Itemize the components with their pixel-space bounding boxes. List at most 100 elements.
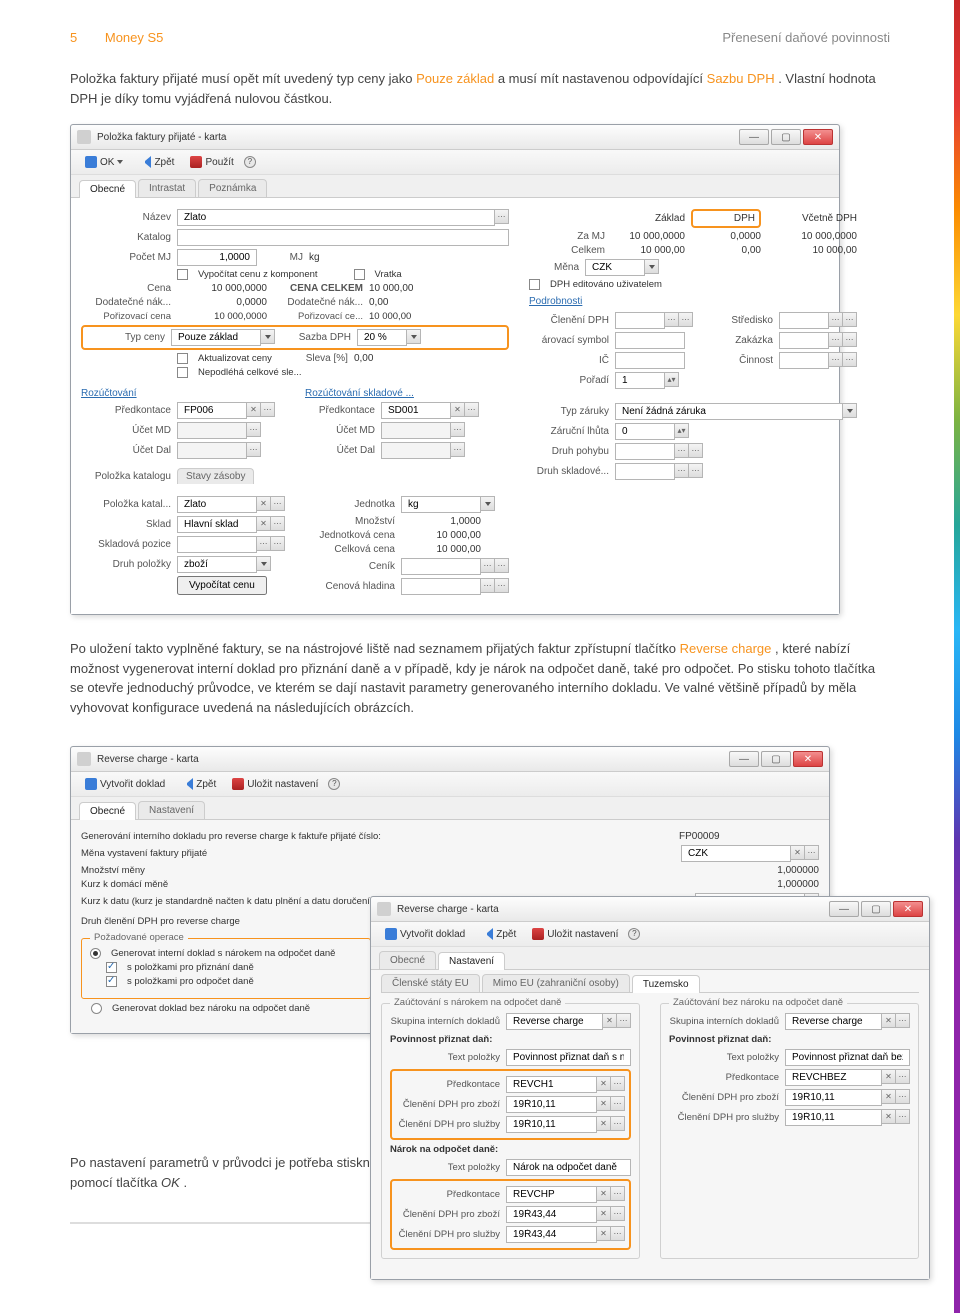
predk-input[interactable]: [177, 402, 247, 419]
lookup-icon[interactable]: ⋯: [665, 312, 679, 327]
clear-icon[interactable]: ✕: [882, 1069, 896, 1084]
r-clzbozi-input[interactable]: [785, 1089, 882, 1106]
lookup-icon[interactable]: ⋯: [271, 536, 285, 551]
r-predk-input[interactable]: [785, 1069, 882, 1086]
sazba-select[interactable]: [357, 329, 407, 346]
vypocitat-check[interactable]: [177, 269, 188, 280]
ok-button[interactable]: OK: [79, 154, 129, 170]
minimize-button[interactable]: —: [829, 901, 859, 917]
lookup-icon[interactable]: ⋯: [495, 209, 509, 224]
lookup-icon[interactable]: ⋯: [611, 1206, 625, 1221]
tab-intrastat[interactable]: Intrastat: [138, 179, 196, 197]
clear-icon[interactable]: ✕: [882, 1109, 896, 1124]
lookup-icon[interactable]: ⋯: [611, 1096, 625, 1111]
predk2-input[interactable]: [381, 402, 451, 419]
cenik-input[interactable]: [401, 558, 481, 575]
poradi-input[interactable]: [615, 372, 665, 389]
use-button[interactable]: Použít: [184, 154, 239, 170]
radio-no-claim[interactable]: [91, 1003, 102, 1014]
lookup-icon[interactable]: ⋯: [675, 443, 689, 458]
lookup-icon[interactable]: ⋯: [247, 442, 261, 457]
clear-icon[interactable]: ✕: [791, 845, 805, 860]
jedn-input[interactable]: [401, 496, 481, 513]
tab-nastaveni[interactable]: Nastavení: [138, 801, 205, 819]
umd-input[interactable]: [177, 422, 247, 439]
nepodleha-check[interactable]: [177, 367, 188, 378]
chevron-down-icon[interactable]: [257, 556, 271, 571]
lookup-icon[interactable]: ⋯: [843, 312, 857, 327]
lookup-icon[interactable]: ⋯: [271, 496, 285, 511]
lookup-icon[interactable]: ⋯: [896, 1109, 910, 1124]
lookup-icon[interactable]: ⋯: [495, 578, 509, 593]
lookup-icon[interactable]: ⋯: [843, 352, 857, 367]
help-icon[interactable]: ?: [328, 778, 340, 790]
check-priznani[interactable]: [106, 962, 117, 973]
umd2-input[interactable]: [381, 422, 451, 439]
maximize-button[interactable]: ▢: [861, 901, 891, 917]
help-icon[interactable]: ?: [628, 928, 640, 940]
chevron-down-icon[interactable]: [645, 259, 659, 274]
skup-input[interactable]: [506, 1013, 603, 1030]
typceny-select[interactable]: [171, 329, 261, 346]
subtab-tuzemsko[interactable]: Tuzemsko: [632, 975, 700, 993]
save-settings-button[interactable]: Uložit nastavení: [526, 926, 624, 942]
r-skup-input[interactable]: [785, 1013, 882, 1030]
lookup-icon[interactable]: ⋯: [896, 1013, 910, 1028]
chevron-down-icon[interactable]: [481, 496, 495, 511]
lookup-icon[interactable]: ⋯: [896, 1069, 910, 1084]
tab-obecne[interactable]: Obecné: [79, 802, 136, 820]
lookup-icon[interactable]: ⋯: [675, 463, 689, 478]
r-clsluz-input[interactable]: [785, 1109, 882, 1126]
tab-nastaveni[interactable]: Nastavení: [438, 952, 505, 970]
lookup-icon[interactable]: ⋯: [611, 1226, 625, 1241]
clear-icon[interactable]: ✕: [603, 1013, 617, 1028]
close-button[interactable]: ✕: [793, 751, 823, 767]
lookup-icon[interactable]: ⋯: [896, 1089, 910, 1104]
clear-icon[interactable]: ✕: [597, 1226, 611, 1241]
tab-stavy[interactable]: Stavy zásoby: [177, 468, 254, 484]
lookup-icon[interactable]: ⋯: [617, 1013, 631, 1028]
clear-icon[interactable]: ✕: [597, 1186, 611, 1201]
save-settings-button[interactable]: Uložit nastavení: [226, 776, 324, 792]
clear-icon[interactable]: ✕: [597, 1096, 611, 1111]
close-button[interactable]: ✕: [893, 901, 923, 917]
subtab-mimo-eu[interactable]: Mimo EU (zahraniční osoby): [482, 974, 630, 992]
clear-icon[interactable]: ✕: [597, 1076, 611, 1091]
clsluz-input[interactable]: [506, 1116, 597, 1133]
create-doc-button[interactable]: Vytvořit doklad: [379, 926, 471, 942]
rozuctovani-link[interactable]: Rozúčtování: [81, 388, 285, 399]
back-button[interactable]: Zpět: [133, 154, 180, 170]
chevron-down-icon[interactable]: [407, 329, 421, 344]
back-button[interactable]: Zpět: [175, 776, 222, 792]
lookup-icon[interactable]: ⋯: [257, 536, 271, 551]
lookup-icon[interactable]: ⋯: [679, 312, 693, 327]
lookup-icon[interactable]: ⋯: [689, 463, 703, 478]
minimize-button[interactable]: —: [739, 129, 769, 145]
tab-obecne[interactable]: Obecné: [79, 180, 136, 198]
chevron-down-icon[interactable]: [843, 403, 857, 418]
text-input[interactable]: [506, 1049, 631, 1066]
help-icon[interactable]: ?: [244, 156, 256, 168]
udal-input[interactable]: [177, 442, 247, 459]
n-clsluz-input[interactable]: [506, 1226, 597, 1243]
back-button[interactable]: Zpět: [475, 926, 522, 942]
typzar-select[interactable]: [615, 403, 843, 420]
parsym-input[interactable]: [615, 332, 685, 349]
ic-input[interactable]: [615, 352, 685, 369]
lookup-icon[interactable]: ⋯: [829, 352, 843, 367]
udal2-input[interactable]: [381, 442, 451, 459]
lookup-icon[interactable]: ⋯: [481, 578, 495, 593]
n-predk-input[interactable]: [506, 1186, 597, 1203]
lookup-icon[interactable]: ⋯: [829, 332, 843, 347]
lookup-icon[interactable]: ⋯: [261, 402, 275, 417]
stred-input[interactable]: [779, 312, 829, 329]
clear-icon[interactable]: ✕: [597, 1206, 611, 1221]
lookup-icon[interactable]: ⋯: [465, 402, 479, 417]
n-text-input[interactable]: [506, 1159, 631, 1176]
lookup-icon[interactable]: ⋯: [247, 422, 261, 437]
clear-icon[interactable]: ✕: [247, 402, 261, 417]
aktceny-check[interactable]: [177, 353, 188, 364]
dphedit-check[interactable]: [529, 279, 540, 290]
clzbozi-input[interactable]: [506, 1096, 597, 1113]
spinner-icon[interactable]: ▴▾: [675, 423, 689, 438]
